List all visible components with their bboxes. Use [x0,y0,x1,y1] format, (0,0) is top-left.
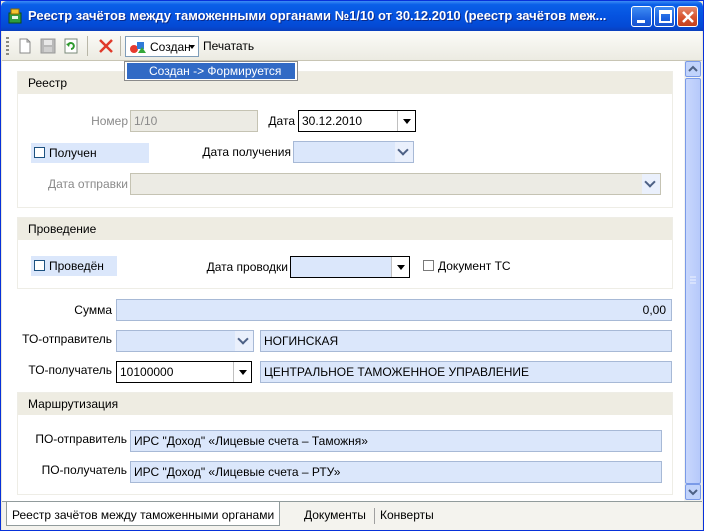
status-menu-item-forming[interactable]: Создан -> Формируется [127,63,295,79]
chevron-down-icon [642,174,660,194]
date-label: Дата [268,114,295,128]
toolbar-grip[interactable] [6,37,9,55]
ts-document-checkbox[interactable]: Документ ТС [420,256,530,276]
status-menu: Создан -> Формируется [124,61,298,81]
refresh-icon[interactable] [62,37,80,55]
date-value: 30.12.2010 [302,114,363,128]
minimize-button[interactable] [631,6,652,27]
print-button[interactable]: Печатать [203,39,254,53]
maximize-button[interactable] [654,6,675,27]
to-sender-code-field[interactable] [116,330,254,352]
routing-header: Маршрутизация [18,393,672,415]
po-receiver-label: ПО-получатель [41,463,127,477]
new-document-icon[interactable] [16,37,34,55]
scroll-up-button[interactable] [685,61,701,77]
chevron-down-icon[interactable] [397,111,415,131]
checkbox-icon [34,260,45,271]
form-content: Реестр Номер 1/10 Дата 30.12.2010 Получе… [2,61,684,501]
chevron-down-icon [189,45,195,49]
scrollbar-thumb[interactable] [685,78,701,484]
number-field: 1/10 [130,110,258,132]
chevron-down-icon[interactable] [233,362,251,382]
to-receiver-code: 10100000 [120,365,174,379]
chevron-down-icon[interactable] [395,142,413,162]
received-checkbox[interactable]: Получен [31,143,149,163]
to-sender-label: ТО-отправитель [22,332,112,346]
posting-header: Проведение [18,218,672,240]
routing-group: Маршрутизация ПО-отправитель ИРС "Доход"… [17,392,673,495]
received-label: Получен [49,146,97,160]
tab-envelopes[interactable]: Конверты [375,506,439,526]
toolbar: Создан Печатать [2,31,702,61]
posting-date-field[interactable] [290,256,410,278]
date-field[interactable]: 30.12.2010 [298,110,416,132]
po-receiver-field: ИРС "Доход" «Лицевые счета – РТУ» [130,461,662,483]
checkbox-icon [423,260,434,271]
scroll-down-button[interactable] [685,484,701,500]
close-button[interactable] [677,6,698,27]
delete-icon[interactable] [97,37,115,55]
save-icon[interactable] [39,37,57,55]
sent-date-field [130,173,661,195]
tab-bar: Реестр зачётов между таможенными органам… [2,501,702,530]
app-window: Реестр зачётов между таможенными органам… [0,0,704,531]
window-title: Реестр зачётов между таможенными органам… [28,8,607,23]
sent-date-label: Дата отправки [48,177,128,191]
po-sender-field: ИРС "Доход" «Лицевые счета – Таможня» [130,430,662,452]
sum-label: Сумма [74,303,112,317]
chevron-down-icon[interactable] [235,331,253,351]
registry-group: Реестр Номер 1/10 Дата 30.12.2010 Получе… [17,71,673,208]
ts-document-label: Документ ТС [438,259,511,273]
status-label: Создан [150,40,191,54]
chevron-down-icon[interactable] [391,257,409,277]
to-receiver-label: ТО-получатель [28,363,112,377]
app-icon [7,8,23,24]
posting-date-label: Дата проводки [206,260,288,274]
to-sender-name-field: НОГИНСКАЯ [260,330,672,352]
vertical-scrollbar[interactable] [684,61,702,501]
received-date-label: Дата получения [202,145,291,159]
registry-header: Реестр [18,72,672,94]
po-sender-label: ПО-отправитель [35,432,127,446]
to-receiver-code-field[interactable]: 10100000 [116,361,252,383]
posting-group: Проведение Проведён Дата проводки Докуме… [17,217,673,289]
status-dropdown[interactable]: Создан [125,36,199,57]
status-flow-icon [129,38,147,59]
received-date-field[interactable] [293,141,414,163]
to-receiver-name-field: ЦЕНТРАЛЬНОЕ ТАМОЖЕННОЕ УПРАВЛЕНИЕ [260,361,672,383]
tab-registry[interactable]: Реестр зачётов между таможенными органам… [6,502,281,526]
number-label: Номер [91,114,128,128]
posted-checkbox[interactable]: Проведён [31,256,117,276]
sum-field[interactable]: 0,00 [116,299,672,321]
posted-label: Проведён [49,259,104,273]
tab-documents[interactable]: Документы [299,506,371,526]
checkbox-icon [34,147,45,158]
title-bar[interactable]: Реестр зачётов между таможенными органам… [1,1,703,31]
